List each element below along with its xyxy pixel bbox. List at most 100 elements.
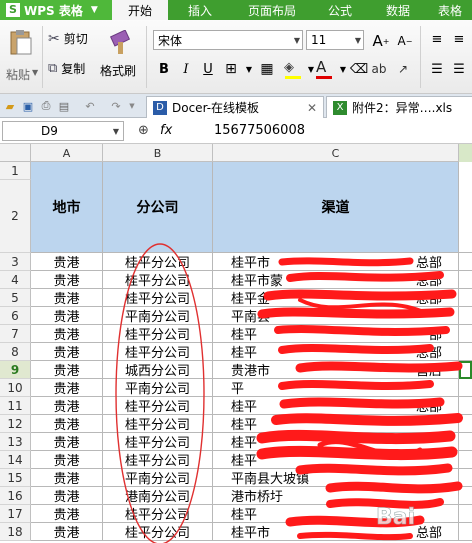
cell-d[interactable]: [459, 325, 472, 343]
cell-channel[interactable]: 港市桥圩: [213, 487, 459, 505]
merge-cells-icon[interactable]: ▦: [258, 60, 276, 78]
name-box[interactable]: D9 ▼: [2, 121, 124, 141]
row-header[interactable]: 14: [0, 451, 31, 469]
font-size-select[interactable]: 11 ▼: [306, 30, 364, 50]
increase-font-size-icon[interactable]: A +: [372, 32, 390, 50]
cell-channel[interactable]: 桂平市 总部: [213, 523, 459, 541]
cell-d[interactable]: [459, 415, 472, 433]
cell-channel[interactable]: 桂平金 总部: [213, 289, 459, 307]
row-header[interactable]: 3: [0, 253, 31, 271]
tab-insert[interactable]: 插入: [168, 0, 232, 20]
italic-button[interactable]: I: [177, 60, 195, 78]
chevron-down-icon[interactable]: ▼: [240, 60, 258, 78]
cell-branch[interactable]: 桂平分公司: [103, 253, 213, 271]
cell-branch[interactable]: 平南分公司: [103, 379, 213, 397]
column-header-a[interactable]: A: [31, 144, 103, 162]
cell-branch[interactable]: 桂平分公司: [103, 451, 213, 469]
header-cell-city[interactable]: 地市: [31, 162, 103, 253]
row-header[interactable]: 11: [0, 397, 31, 415]
cell-city[interactable]: 贵港: [31, 379, 103, 397]
row-header[interactable]: 18: [0, 523, 31, 541]
open-folder-icon[interactable]: ▰: [2, 98, 18, 114]
select-all-corner[interactable]: [0, 144, 31, 162]
row-header[interactable]: 15: [0, 469, 31, 487]
tab-page-layout[interactable]: 页面布局: [232, 0, 312, 20]
tab-table[interactable]: 表格: [428, 0, 472, 20]
cell-channel[interactable]: 桂平市 总部: [213, 253, 459, 271]
active-cell-d9[interactable]: [459, 361, 472, 379]
row-header[interactable]: 4: [0, 271, 31, 289]
row-header[interactable]: 17: [0, 505, 31, 523]
format-painter-button[interactable]: 格式刷: [100, 26, 140, 86]
cell-branch[interactable]: 平南分公司: [103, 307, 213, 325]
cell-branch[interactable]: 城西分公司: [103, 361, 213, 379]
cell-city[interactable]: 贵港: [31, 415, 103, 433]
cell-branch[interactable]: 桂平分公司: [103, 397, 213, 415]
align-center-icon[interactable]: ☰: [450, 60, 468, 78]
app-menu-button[interactable]: S WPS 表格 ▼: [0, 0, 112, 20]
cut-button[interactable]: ✂ 剪切: [48, 30, 88, 47]
cell-channel[interactable]: 桂平: [213, 415, 459, 433]
cell-d[interactable]: [459, 289, 472, 307]
header-cell-channel[interactable]: 渠道: [213, 162, 459, 253]
cell-branch[interactable]: 港南分公司: [103, 487, 213, 505]
function-icon[interactable]: fx: [160, 123, 172, 138]
cell-city[interactable]: 贵港: [31, 487, 103, 505]
cell-branch[interactable]: 桂平分公司: [103, 433, 213, 451]
copy-button[interactable]: ⧉ 复制: [48, 60, 85, 77]
cell-city[interactable]: 贵港: [31, 523, 103, 541]
rotate-text-icon[interactable]: ↗: [394, 60, 412, 78]
border-icon[interactable]: ⊞: [222, 60, 240, 78]
cell-channel[interactable]: 桂平 总部: [213, 397, 459, 415]
cell-channel[interactable]: 平: [213, 379, 459, 397]
cell-d[interactable]: [459, 379, 472, 397]
cell-channel[interactable]: 桂平 部: [213, 325, 459, 343]
cell-branch[interactable]: 平南分公司: [103, 469, 213, 487]
cell-channel[interactable]: 贵港市 营店: [213, 361, 459, 379]
cell-channel[interactable]: 桂平 总部: [213, 343, 459, 361]
cell-city[interactable]: 贵港: [31, 307, 103, 325]
cell-city[interactable]: 贵港: [31, 469, 103, 487]
cell-city[interactable]: 贵港: [31, 505, 103, 523]
redo-icon[interactable]: ↷: [108, 98, 124, 114]
row-header[interactable]: 1: [0, 162, 31, 180]
column-header-b[interactable]: B: [103, 144, 213, 162]
header-cell-branch[interactable]: 分公司: [103, 162, 213, 253]
cell-d[interactable]: [459, 271, 472, 289]
paste-button[interactable]: 粘贴 ▼: [6, 26, 38, 86]
align-top-icon[interactable]: ≡: [428, 30, 446, 48]
cell-d[interactable]: [459, 469, 472, 487]
cell-branch[interactable]: 桂平分公司: [103, 325, 213, 343]
cell-channel[interactable]: 平南县: [213, 307, 459, 325]
cell-city[interactable]: 贵港: [31, 289, 103, 307]
print-icon[interactable]: ⎙: [38, 98, 54, 114]
chevron-down-icon[interactable]: ▼: [124, 98, 140, 114]
cell-branch[interactable]: 桂平分公司: [103, 343, 213, 361]
undo-icon[interactable]: ↶: [82, 98, 98, 114]
font-name-select[interactable]: 宋体 ▼: [153, 30, 303, 50]
row-header[interactable]: 16: [0, 487, 31, 505]
cell-d[interactable]: [459, 253, 472, 271]
cell-d-header[interactable]: [459, 162, 472, 253]
row-header[interactable]: 6: [0, 307, 31, 325]
row-header[interactable]: 9: [0, 361, 31, 379]
cell-channel[interactable]: 桂平: [213, 451, 459, 469]
bold-button[interactable]: B: [155, 60, 173, 78]
close-icon[interactable]: ✕: [307, 101, 317, 115]
font-color-icon[interactable]: A: [316, 58, 334, 80]
cell-d[interactable]: [459, 433, 472, 451]
tab-formulas[interactable]: 公式: [312, 0, 368, 20]
formula-input[interactable]: 15677506008: [214, 123, 305, 138]
column-header-c[interactable]: C: [213, 144, 459, 162]
cell-channel[interactable]: 平南县大坡镇: [213, 469, 459, 487]
cell-branch[interactable]: 桂平分公司: [103, 523, 213, 541]
row-header[interactable]: 8: [0, 343, 31, 361]
cell-city[interactable]: 贵港: [31, 397, 103, 415]
cell-branch[interactable]: 桂平分公司: [103, 271, 213, 289]
align-middle-icon[interactable]: ≡: [450, 30, 468, 48]
row-header[interactable]: 12: [0, 415, 31, 433]
underline-button[interactable]: U: [199, 60, 217, 78]
tab-data[interactable]: 数据: [368, 0, 428, 20]
cell-city[interactable]: 贵港: [31, 325, 103, 343]
save-icon[interactable]: ▣: [20, 98, 36, 114]
